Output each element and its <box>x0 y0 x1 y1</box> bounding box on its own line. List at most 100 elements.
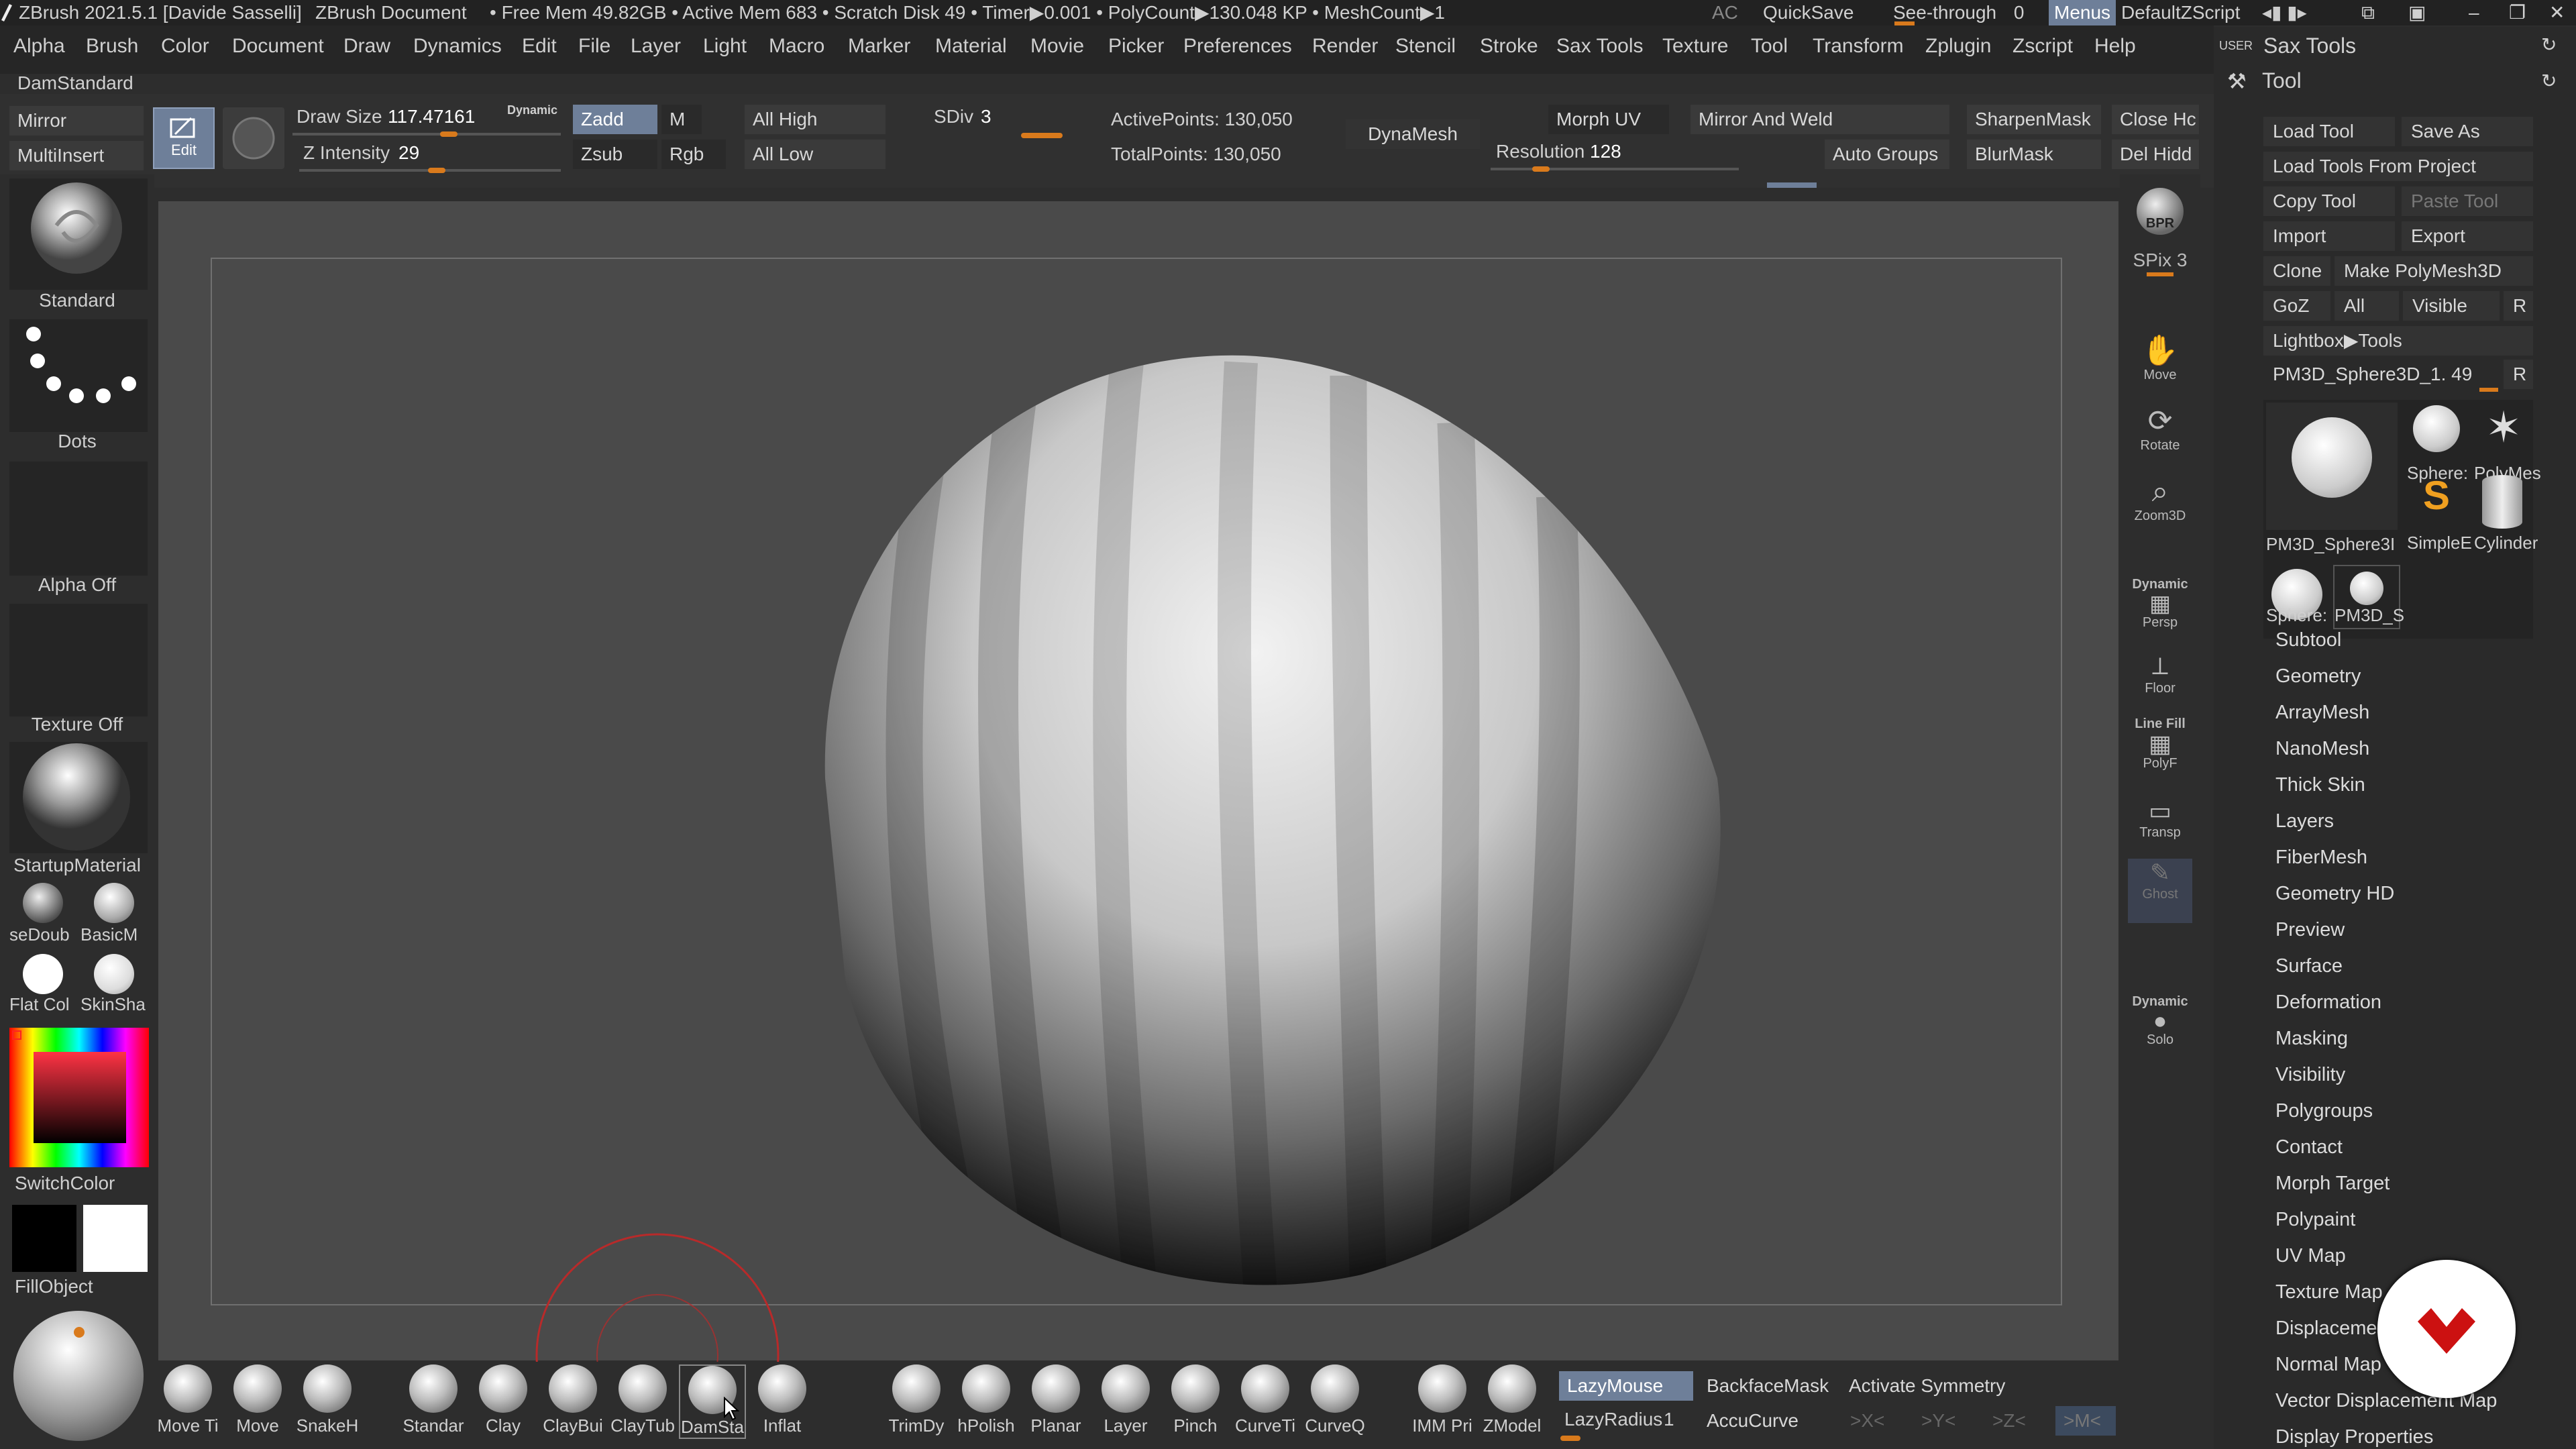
move-button[interactable]: ✋ Move <box>2128 333 2192 383</box>
menu-brush[interactable]: Brush <box>86 35 138 58</box>
load-tool-button[interactable]: Load Tool <box>2263 117 2395 146</box>
goz-r-button[interactable]: R <box>2504 291 2533 321</box>
menu-document[interactable]: Document <box>232 35 324 58</box>
z-intensity-slider[interactable]: Z Intensity 29 <box>299 140 568 173</box>
ghost-button[interactable]: ✎ Ghost <box>2128 859 2192 923</box>
zscript-button[interactable]: DefaultZScript <box>2121 0 2240 25</box>
draw-size-slider[interactable]: Draw Size 117.47161 Dynamic <box>292 103 568 137</box>
menu-zscript[interactable]: Zscript <box>2012 35 2073 58</box>
brush-curvetube[interactable]: CurveTi <box>1232 1364 1299 1436</box>
menu-marker[interactable]: Marker <box>848 35 910 58</box>
goz-button[interactable]: GoZ <box>2263 291 2330 321</box>
zsub-button[interactable]: Zsub <box>573 140 657 169</box>
make-polymesh3d-button[interactable]: Make PolyMesh3D <box>2334 256 2533 286</box>
copy-tool-button[interactable]: Copy Tool <box>2263 186 2395 216</box>
brush-clay[interactable]: Clay <box>470 1364 537 1436</box>
activate-symmetry-button[interactable]: Activate Symmetry <box>1841 1371 2042 1401</box>
layout-icons[interactable]: ◂▮ ▮▸ <box>2262 0 2307 25</box>
menu-sax-tools[interactable]: Sax Tools <box>1556 35 1644 58</box>
floor-button[interactable]: ⟂ Floor <box>2128 652 2192 696</box>
section-display-properties[interactable]: Display Properties <box>2275 1426 2433 1448</box>
goz-visible-button[interactable]: Visible <box>2403 291 2500 321</box>
brush-pinch[interactable]: Pinch <box>1162 1364 1229 1436</box>
sdiv-slider[interactable]: SDiv 3 <box>926 103 1073 138</box>
clone-button[interactable]: Clone <box>2263 256 2330 286</box>
mirror-button[interactable]: Mirror <box>9 106 144 136</box>
menu-light[interactable]: Light <box>703 35 747 58</box>
tool-thumb-main[interactable] <box>2266 402 2398 530</box>
restore-icon[interactable]: ❐ <box>2509 0 2526 25</box>
brush-imm-primitives[interactable]: IMM Pri <box>1409 1364 1476 1436</box>
brush-inflate[interactable]: Inflat <box>749 1364 816 1436</box>
brush-curvequad[interactable]: CurveQ <box>1301 1364 1368 1436</box>
switch-color-button[interactable]: SwitchColor <box>15 1173 115 1194</box>
section-geometry[interactable]: Geometry <box>2275 665 2361 688</box>
menu-zplugin[interactable]: Zplugin <box>1925 35 1991 58</box>
section-preview[interactable]: Preview <box>2275 919 2345 941</box>
sculpted-sphere-model[interactable] <box>617 268 1744 1328</box>
brush-zmodeler[interactable]: ZModel <box>1479 1364 1546 1436</box>
tool-r-button[interactable]: R <box>2504 360 2533 389</box>
section-thick-skin[interactable]: Thick Skin <box>2275 774 2365 796</box>
rotate-button[interactable]: ⟳ Rotate <box>2128 404 2192 453</box>
backfacemask-button[interactable]: BackfaceMask <box>1699 1371 1839 1401</box>
menu-draw[interactable]: Draw <box>343 35 390 58</box>
brush-standard[interactable]: Standar <box>400 1364 467 1436</box>
all-high-button[interactable]: All High <box>745 105 885 134</box>
material-swatch-2[interactable] <box>94 883 134 923</box>
window-split-icon[interactable]: ▣ <box>2408 0 2426 25</box>
dynamic-toggle[interactable]: Dynamic <box>507 103 557 117</box>
primary-color-swatch[interactable] <box>83 1205 148 1272</box>
paste-tool-button[interactable]: Paste Tool <box>2402 186 2533 216</box>
all-low-button[interactable]: All Low <box>745 140 885 169</box>
dynamesh-button[interactable]: DynaMesh <box>1346 119 1480 149</box>
brush-hpolish[interactable]: hPolish <box>953 1364 1020 1436</box>
section-subtool[interactable]: Subtool <box>2275 629 2341 651</box>
zoom3d-button[interactable]: ⌕ Zoom3D <box>2128 475 2192 524</box>
sax-tools-title[interactable]: Sax Tools <box>2263 34 2356 58</box>
menu-stroke[interactable]: Stroke <box>1480 35 1538 58</box>
brush-claytubes[interactable]: ClayTub <box>609 1364 676 1436</box>
current-tool-slider[interactable]: PM3D_Sphere3D_1. 49 <box>2263 360 2502 389</box>
material-swatch-1[interactable] <box>23 883 63 923</box>
del-hidden-button[interactable]: Del Hidd <box>2112 140 2199 169</box>
tool-palette-title[interactable]: Tool <box>2262 68 2302 93</box>
menu-stencil[interactable]: Stencil <box>1395 35 1456 58</box>
export-button[interactable]: Export <box>2402 221 2533 251</box>
simplebrush-icon[interactable]: S <box>2406 472 2467 533</box>
brush-move[interactable]: Move <box>224 1364 291 1436</box>
minimize-icon[interactable]: – <box>2469 0 2479 25</box>
texture-picker[interactable] <box>9 604 148 716</box>
section-morph-target[interactable]: Morph Target <box>2275 1173 2390 1195</box>
section-texture-map[interactable]: Texture Map <box>2275 1281 2383 1303</box>
section-fibermesh[interactable]: FiberMesh <box>2275 847 2367 869</box>
symmetry-x-button[interactable]: >X< <box>1842 1406 1909 1436</box>
window-layout-icon[interactable]: ⧉ <box>2361 0 2375 25</box>
lazyradius-slider[interactable]: LazyRadius 1 <box>1559 1406 1693 1441</box>
section-displacement-map[interactable]: Displacement <box>2275 1318 2394 1340</box>
menus-toggle[interactable]: Menus <box>2049 0 2116 25</box>
zadd-button[interactable]: Zadd <box>573 105 657 134</box>
section-layers[interactable]: Layers <box>2275 810 2334 833</box>
cylinder-icon[interactable] <box>2482 475 2522 529</box>
menu-color[interactable]: Color <box>161 35 209 58</box>
menu-tool[interactable]: Tool <box>1751 35 1788 58</box>
menu-preferences[interactable]: Preferences <box>1183 35 1292 58</box>
blurmask-button[interactable]: BlurMask <box>1967 140 2101 169</box>
section-arraymesh[interactable]: ArrayMesh <box>2275 702 2369 724</box>
brush-trimdynamic[interactable]: TrimDy <box>883 1364 950 1436</box>
section-polypaint[interactable]: Polypaint <box>2275 1209 2355 1231</box>
polyf-button[interactable]: Line Fill ▦ PolyF <box>2128 716 2192 771</box>
tool-thumb-sphere[interactable] <box>2406 402 2467 467</box>
section-deformation[interactable]: Deformation <box>2275 991 2381 1014</box>
accucurve-button[interactable]: AccuCurve <box>1699 1406 1839 1436</box>
brush-move-topological[interactable]: Move Ti <box>154 1364 221 1436</box>
solo-button[interactable]: Dynamic ● Solo <box>2128 994 2192 1048</box>
refresh-icon[interactable]: ↻ <box>2541 34 2557 56</box>
menu-file[interactable]: File <box>578 35 610 58</box>
brush-snakehook[interactable]: SnakeH <box>294 1364 361 1436</box>
symmetry-y-button[interactable]: >Y< <box>1913 1406 1980 1436</box>
menu-dynamics[interactable]: Dynamics <box>413 35 502 58</box>
close-holes-button[interactable]: Close Hc <box>2112 105 2199 134</box>
polymesh-star-icon[interactable]: ✶ <box>2473 402 2534 467</box>
